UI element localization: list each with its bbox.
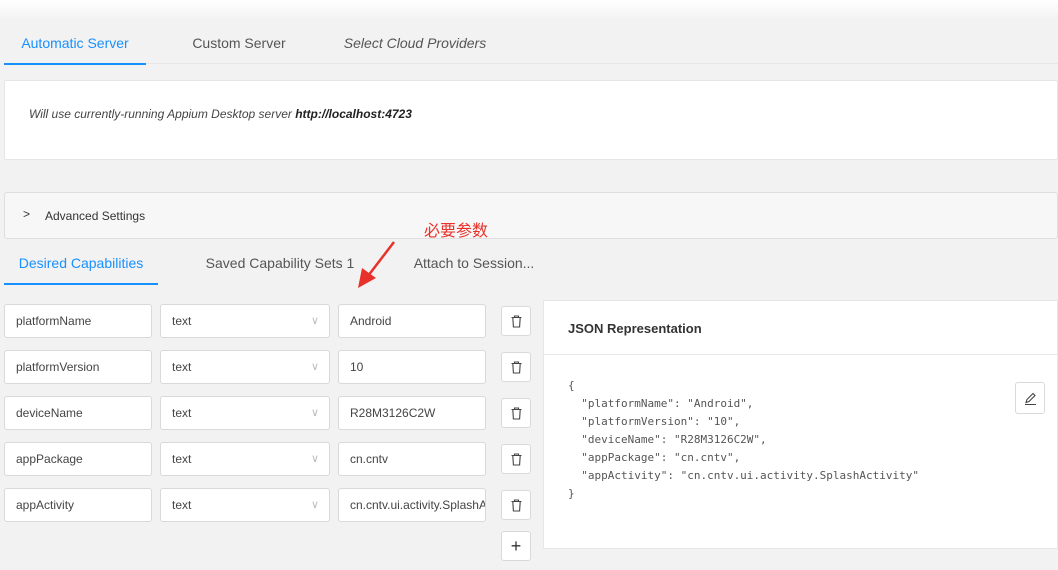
tab-attach-to-session[interactable]: Attach to Session... — [412, 242, 536, 284]
tab-saved-capability-sets[interactable]: Saved Capability Sets 1 — [204, 242, 356, 284]
capability-value-input[interactable]: cn.cntv — [338, 442, 486, 476]
pencil-icon — [1025, 392, 1036, 405]
chevron-down-icon: ∨ — [310, 315, 319, 327]
capability-type-select[interactable]: text ∨ — [160, 442, 330, 476]
trash-icon — [511, 453, 522, 466]
chevron-down-icon: ∨ — [310, 361, 319, 373]
chevron-down-icon: ∨ — [310, 407, 319, 419]
server-info-message: Will use currently-running Appium Deskto… — [29, 107, 296, 121]
json-panel-header: JSON Representation — [544, 301, 1057, 355]
server-url: http://localhost:4723 — [295, 107, 412, 121]
trash-icon — [511, 499, 522, 512]
capability-type-select[interactable]: text ∨ — [160, 396, 330, 430]
window-top-gradient — [0, 0, 1058, 20]
server-info-text: Will use currently-running Appium Deskto… — [29, 107, 412, 121]
capability-name-input[interactable]: platformName — [4, 304, 152, 338]
json-panel-title: JSON Representation — [568, 321, 702, 336]
capability-type-value: text — [172, 360, 192, 374]
tab-automatic-server[interactable]: Automatic Server — [4, 22, 146, 65]
capability-type-value: text — [172, 452, 192, 466]
chevron-right-icon: > — [23, 207, 31, 221]
capability-type-select[interactable]: text ∨ — [160, 304, 330, 338]
trash-icon — [511, 315, 522, 328]
capability-type-value: text — [172, 314, 192, 328]
advanced-settings-collapse[interactable]: > Advanced Settings — [4, 192, 1058, 239]
capability-name-input[interactable]: appActivity — [4, 488, 152, 522]
advanced-settings-label: Advanced Settings — [45, 209, 146, 223]
json-code: { "platformName": "Android", "platformVe… — [568, 379, 919, 500]
capability-value-input[interactable]: R28M3126C2W — [338, 396, 486, 430]
json-representation-panel: JSON Representation { "platformName": "A… — [543, 300, 1058, 549]
delete-capability-button[interactable] — [501, 306, 531, 336]
tab-select-cloud-providers[interactable]: Select Cloud Providers — [338, 22, 492, 64]
capability-name-input[interactable]: appPackage — [4, 442, 152, 476]
capability-type-select[interactable]: text ∨ — [160, 488, 330, 522]
tab-desired-capabilities[interactable]: Desired Capabilities — [4, 242, 158, 285]
capability-name-input[interactable]: platformVersion — [4, 350, 152, 384]
capability-value-input[interactable]: Android — [338, 304, 486, 338]
capability-tabs: Desired Capabilities Saved Capability Se… — [4, 242, 544, 285]
chevron-down-icon: ∨ — [310, 499, 319, 511]
trash-icon — [511, 407, 522, 420]
delete-capability-button[interactable] — [501, 352, 531, 382]
tab-custom-server[interactable]: Custom Server — [180, 22, 298, 64]
chevron-down-icon: ∨ — [310, 453, 319, 465]
annotation-text: 必要参数 — [424, 223, 489, 240]
capability-name-input[interactable]: deviceName — [4, 396, 152, 430]
capability-row: deviceName text ∨ R28M3126C2W — [4, 396, 532, 430]
capability-type-value: text — [172, 498, 192, 512]
capability-row: platformVersion text ∨ 10 — [4, 350, 532, 384]
server-info-panel: Will use currently-running Appium Deskto… — [4, 80, 1058, 160]
delete-capability-button[interactable] — [501, 490, 531, 520]
trash-icon — [511, 361, 522, 374]
capability-type-select[interactable]: text ∨ — [160, 350, 330, 384]
add-capability-button[interactable]: + — [501, 531, 531, 561]
delete-capability-button[interactable] — [501, 444, 531, 474]
capability-value-input[interactable]: 10 — [338, 350, 486, 384]
edit-json-button[interactable] — [1015, 382, 1045, 414]
capability-row: platformName text ∨ Android — [4, 304, 532, 338]
server-tabs: Automatic Server Custom Server Select Cl… — [4, 22, 1058, 65]
capability-row: appPackage text ∨ cn.cntv — [4, 442, 532, 476]
capability-row: appActivity text ∨ cn.cntv.ui.activity.Sp… — [4, 488, 532, 522]
capability-value-input[interactable]: cn.cntv.ui.activity.SplashActivity — [338, 488, 486, 522]
delete-capability-button[interactable] — [501, 398, 531, 428]
capability-type-value: text — [172, 406, 192, 420]
